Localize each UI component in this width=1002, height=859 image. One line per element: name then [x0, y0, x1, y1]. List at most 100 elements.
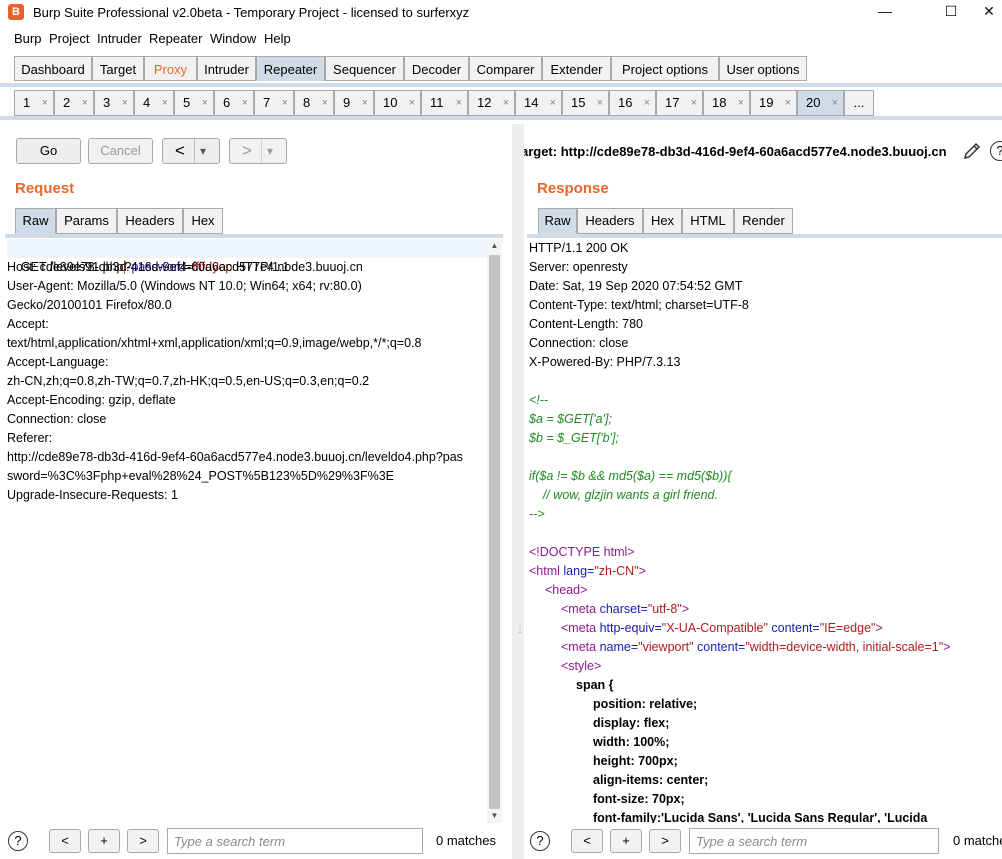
- close-tab-icon[interactable]: ×: [42, 91, 48, 115]
- close-tab-icon[interactable]: ×: [202, 91, 208, 115]
- repeater-tab-11[interactable]: 11 ×: [421, 90, 468, 116]
- menu-intruder[interactable]: Intruder: [97, 31, 142, 46]
- request-prev-match-button[interactable]: <: [49, 829, 81, 853]
- repeater-tab-4[interactable]: 4 ×: [134, 90, 174, 116]
- menu-bar: Burp Project Intruder Repeater Window He…: [0, 28, 1002, 50]
- scroll-down-icon[interactable]: ▼: [487, 809, 502, 823]
- request-scrollbar[interactable]: ▲ ▼: [487, 239, 502, 823]
- request-next-match-button[interactable]: >: [127, 829, 159, 853]
- menu-window[interactable]: Window: [210, 31, 256, 46]
- response-tab-raw[interactable]: Raw: [538, 208, 577, 234]
- close-tab-icon[interactable]: ×: [362, 91, 368, 115]
- repeater-tab-17[interactable]: 17 ×: [656, 90, 703, 116]
- css-line: display: flex;: [593, 716, 670, 730]
- response-editor[interactable]: HTTP/1.1 200 OK Server: openresty Date: Sa…: [527, 239, 1002, 823]
- repeater-tabs-more[interactable]: ...: [844, 90, 874, 116]
- close-tab-icon[interactable]: ×: [785, 91, 791, 115]
- request-editor[interactable]: GET /levels91.php?password=ffifdyop HTTP…: [5, 239, 489, 823]
- repeater-tab-19[interactable]: 19 ×: [750, 90, 797, 116]
- forward-button[interactable]: > ▾: [229, 138, 287, 164]
- minimize-button[interactable]: —: [862, 0, 908, 24]
- response-next-match-button[interactable]: >: [649, 829, 681, 853]
- tab-comparer[interactable]: Comparer: [469, 56, 542, 81]
- request-line: sword=%3C%3Fphp+eval%28%24_POST%5B123%5D…: [7, 469, 395, 483]
- response-tab-hex[interactable]: Hex: [643, 208, 682, 234]
- repeater-tab-5[interactable]: 5 ×: [174, 90, 214, 116]
- request-search-input[interactable]: [167, 828, 423, 854]
- response-prev-match-button[interactable]: <: [571, 829, 603, 853]
- help-icon[interactable]: ?: [990, 141, 1002, 161]
- close-tab-icon[interactable]: ×: [738, 91, 744, 115]
- close-tab-icon[interactable]: ×: [456, 91, 462, 115]
- close-tab-icon[interactable]: ×: [644, 91, 650, 115]
- tab-repeater[interactable]: Repeater: [256, 56, 325, 81]
- back-dropdown-icon[interactable]: ▾: [200, 139, 206, 163]
- panel-splitter[interactable]: ⋮: [512, 124, 525, 859]
- forward-dropdown-icon[interactable]: ▾: [267, 139, 273, 163]
- maximize-button[interactable]: ☐: [928, 0, 974, 24]
- close-tab-icon[interactable]: ×: [832, 91, 838, 115]
- request-add-button[interactable]: +: [88, 829, 120, 853]
- close-tab-icon[interactable]: ×: [691, 91, 697, 115]
- response-search-input[interactable]: [689, 828, 939, 854]
- tab-user-options[interactable]: User options: [719, 56, 807, 81]
- repeater-tab-label: 7: [263, 95, 271, 110]
- repeater-tab-1[interactable]: 1 ×: [14, 90, 54, 116]
- tab-proxy[interactable]: Proxy: [144, 56, 197, 81]
- close-tab-icon[interactable]: ×: [122, 91, 128, 115]
- tab-intruder[interactable]: Intruder: [197, 56, 256, 81]
- request-tab-headers[interactable]: Headers: [117, 208, 183, 234]
- request-tab-raw[interactable]: Raw: [15, 208, 56, 234]
- response-help-icon[interactable]: ?: [530, 831, 550, 851]
- tab-sequencer[interactable]: Sequencer: [325, 56, 404, 81]
- menu-project[interactable]: Project: [49, 31, 89, 46]
- repeater-tab-9[interactable]: 9 ×: [334, 90, 374, 116]
- scroll-up-icon[interactable]: ▲: [487, 239, 502, 253]
- close-tab-icon[interactable]: ×: [503, 91, 509, 115]
- close-tab-icon[interactable]: ×: [82, 91, 88, 115]
- repeater-tab-2[interactable]: 2 ×: [54, 90, 94, 116]
- request-tab-params[interactable]: Params: [56, 208, 117, 234]
- close-tab-icon[interactable]: ×: [322, 91, 328, 115]
- request-help-icon[interactable]: ?: [8, 831, 28, 851]
- close-button[interactable]: ✕: [976, 0, 1002, 24]
- pencil-icon[interactable]: [962, 141, 982, 161]
- close-tab-icon[interactable]: ×: [550, 91, 556, 115]
- tab-project-options[interactable]: Project options: [611, 56, 719, 81]
- repeater-tab-15[interactable]: 15 ×: [562, 90, 609, 116]
- repeater-tab-7[interactable]: 7 ×: [254, 90, 294, 116]
- cancel-button[interactable]: Cancel: [88, 138, 153, 164]
- tab-extender[interactable]: Extender: [542, 56, 611, 81]
- tab-decoder[interactable]: Decoder: [404, 56, 469, 81]
- response-header-line: X-Powered-By: PHP/7.3.13: [529, 355, 681, 369]
- response-tab-render[interactable]: Render: [734, 208, 793, 234]
- request-scroll-thumb[interactable]: [489, 255, 500, 809]
- menu-burp[interactable]: Burp: [14, 31, 41, 46]
- repeater-tab-label: 2: [63, 95, 71, 110]
- back-button[interactable]: < ▾: [162, 138, 220, 164]
- repeater-tab-18[interactable]: 18 ×: [703, 90, 750, 116]
- close-tab-icon[interactable]: ×: [282, 91, 288, 115]
- repeater-tab-12[interactable]: 12 ×: [468, 90, 515, 116]
- repeater-tab-10[interactable]: 10 ×: [374, 90, 421, 116]
- go-button[interactable]: Go: [16, 138, 81, 164]
- response-add-button[interactable]: +: [610, 829, 642, 853]
- tab-target[interactable]: Target: [92, 56, 144, 81]
- request-tab-hex[interactable]: Hex: [183, 208, 223, 234]
- close-tab-icon[interactable]: ×: [162, 91, 168, 115]
- close-tab-icon[interactable]: ×: [409, 91, 415, 115]
- close-tab-icon[interactable]: ×: [597, 91, 603, 115]
- close-tab-icon[interactable]: ×: [242, 91, 248, 115]
- repeater-tab-6[interactable]: 6 ×: [214, 90, 254, 116]
- menu-repeater[interactable]: Repeater: [149, 31, 202, 46]
- repeater-tab-8[interactable]: 8 ×: [294, 90, 334, 116]
- response-tab-headers[interactable]: Headers: [577, 208, 643, 234]
- repeater-tab-14[interactable]: 14 ×: [515, 90, 562, 116]
- response-tab-html[interactable]: HTML: [682, 208, 734, 234]
- repeater-tab-20[interactable]: 20 ×: [797, 90, 844, 116]
- repeater-tab-3[interactable]: 3 ×: [94, 90, 134, 116]
- request-line: Connection: close: [7, 412, 107, 426]
- repeater-tab-16[interactable]: 16 ×: [609, 90, 656, 116]
- menu-help[interactable]: Help: [264, 31, 291, 46]
- tab-dashboard[interactable]: Dashboard: [14, 56, 92, 81]
